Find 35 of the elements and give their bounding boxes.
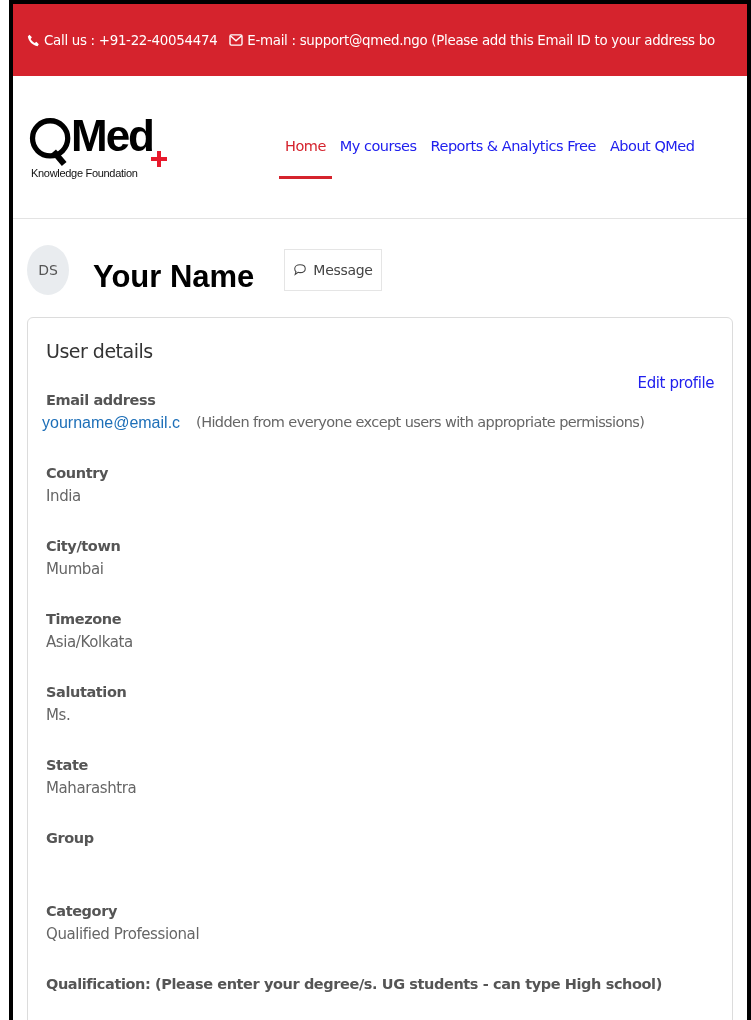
field-label: Email address	[46, 392, 157, 408]
field-value: Maharashtra	[46, 779, 138, 797]
phone-icon	[27, 33, 40, 47]
avatar-initials: DS	[27, 245, 69, 295]
field-label: Category	[46, 903, 118, 919]
logo-tagline: Knowledge Foundation	[31, 167, 139, 179]
speech-bubble-icon	[293, 263, 308, 277]
privacy-note: (Hidden from everyone except users with appropriate permissions)	[196, 414, 645, 432]
email-value: yourname@email.c	[42, 414, 181, 432]
field-value: Ms.	[46, 706, 72, 724]
edit-profile-link[interactable]: Edit profile	[637, 374, 714, 392]
phone-text: Call us : +91-22-40054474	[44, 32, 218, 48]
field-value: Asia/Kolkata	[46, 633, 134, 651]
field-label: Group	[46, 830, 95, 846]
profile-name: Your Name	[93, 259, 255, 295]
field-value: India	[46, 487, 82, 505]
nav-link[interactable]: About QMed	[603, 115, 701, 179]
field-value: Mumbai	[46, 560, 105, 578]
nav-link[interactable]: Home	[279, 115, 332, 179]
envelope-icon	[229, 34, 244, 46]
field-label: Timezone	[46, 611, 123, 627]
logo-wordmark: Med	[71, 111, 153, 161]
field-label: Country	[46, 465, 109, 481]
nav-link[interactable]: Reports & Analytics Free	[424, 115, 602, 179]
logo-q-drawing	[29, 115, 73, 167]
field-label: Qualification: (Please enter your degree/s. UG students - can type High school)	[46, 976, 663, 992]
field-value: Qualified Professional	[46, 925, 201, 943]
field-label: City/town	[46, 538, 122, 554]
field-label: Salutation	[46, 684, 128, 700]
card-title: User details	[46, 340, 154, 362]
message-button[interactable]: Message	[284, 249, 382, 291]
cross-icon	[151, 151, 167, 167]
email-text: E-mail : support@qmed.ngo (Please add this Email ID to your address bo	[247, 32, 715, 48]
field-label: State	[46, 757, 89, 773]
nav-link[interactable]: My courses	[333, 115, 423, 179]
